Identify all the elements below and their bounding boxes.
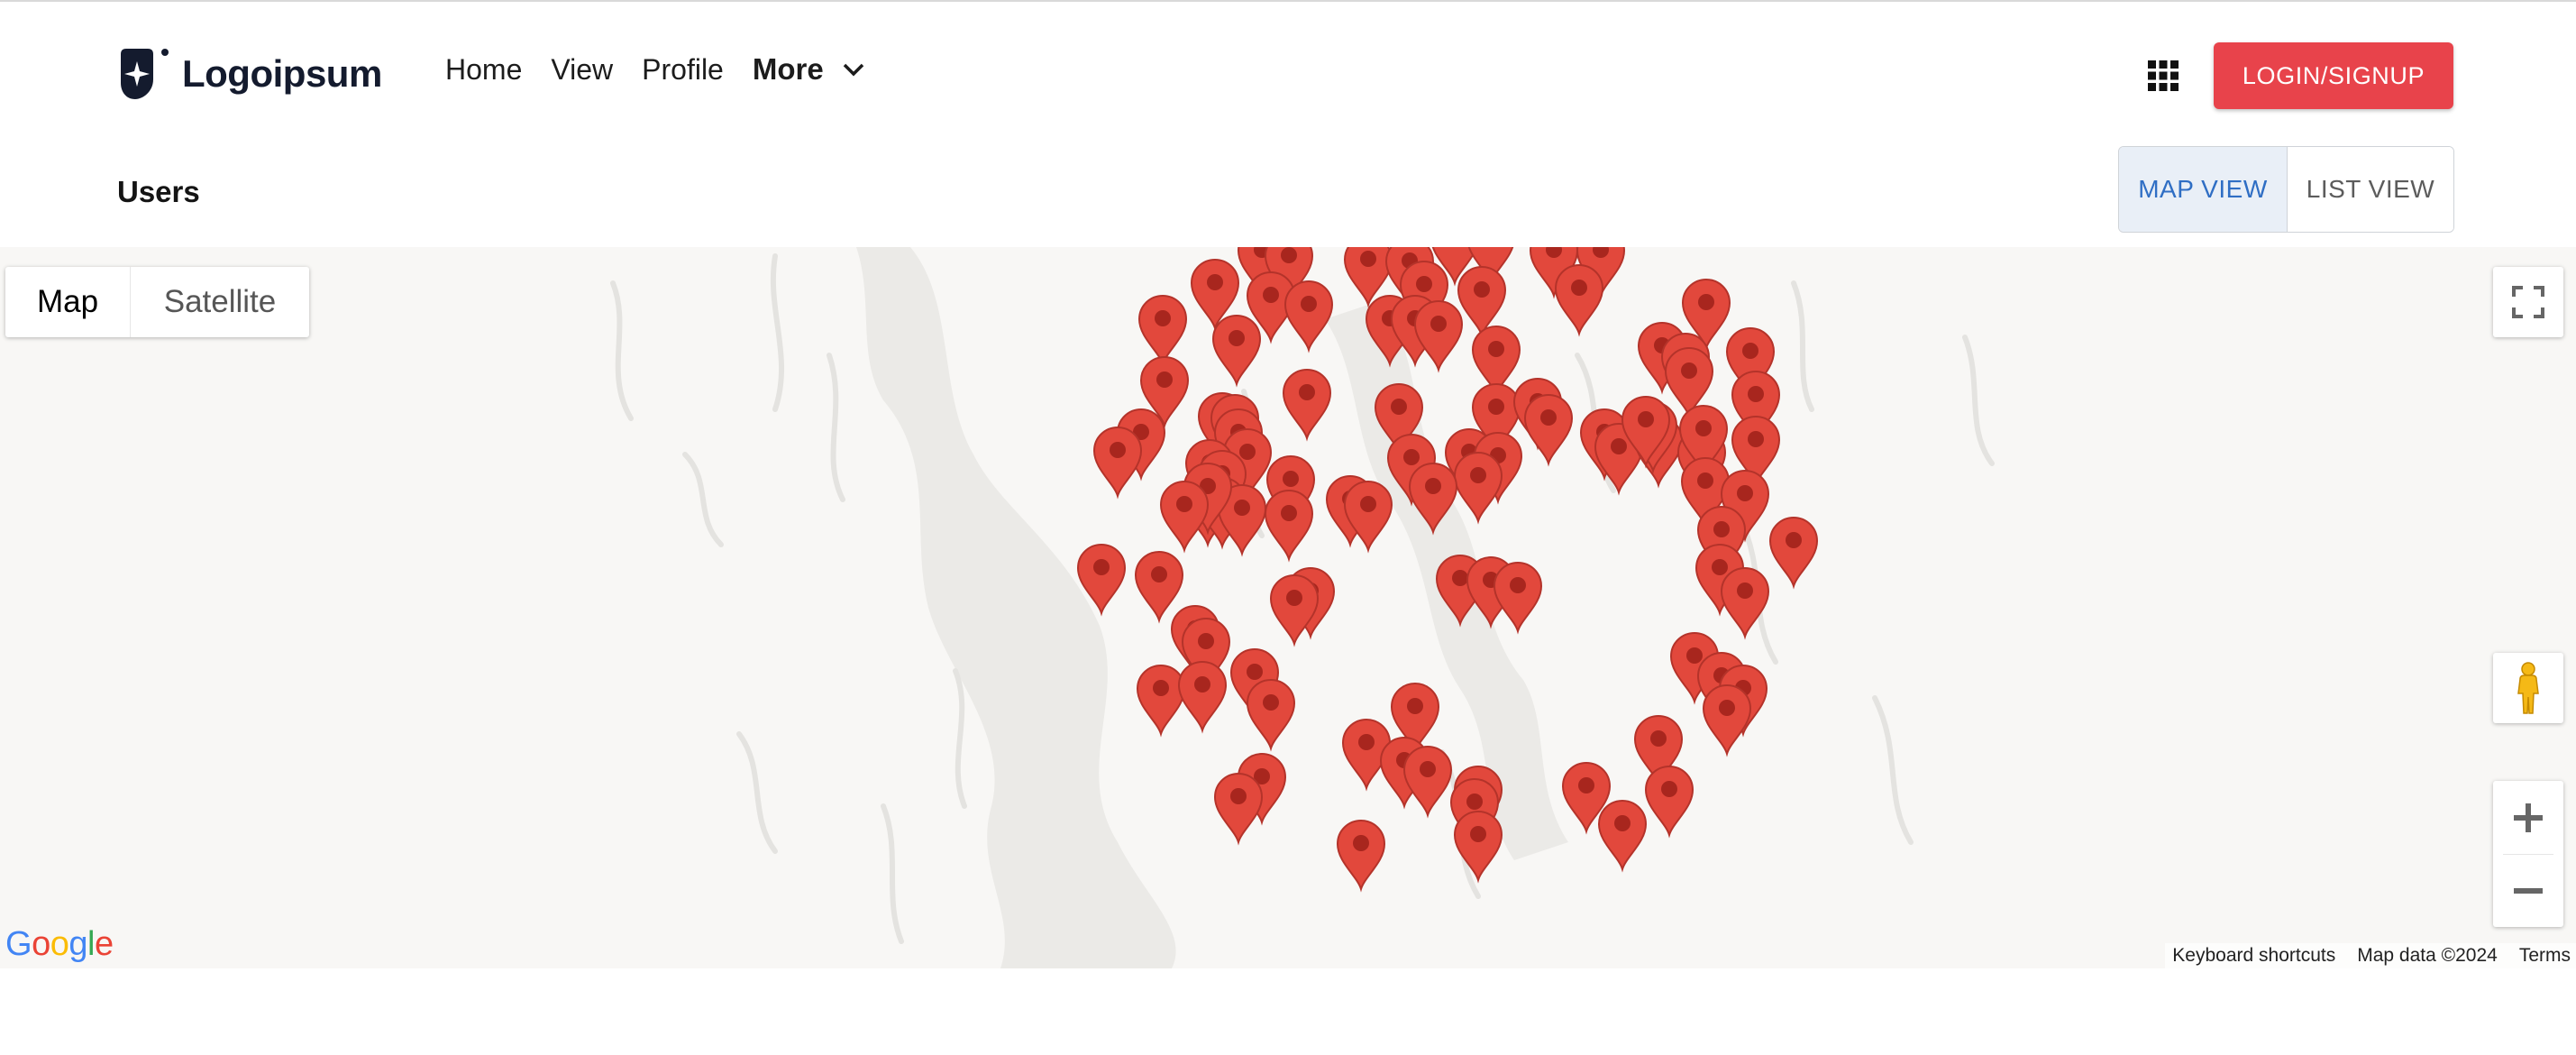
site-header: Logoipsum Home View Profile More LOGIN/S… (0, 2, 2576, 144)
map-pin-icon[interactable] (1413, 299, 1464, 373)
map-data-label: Map data ©2024 (2357, 945, 2498, 966)
fullscreen-button[interactable] (2493, 267, 2563, 337)
terms-link[interactable]: Terms (2519, 945, 2571, 967)
map-type-control: Map Satellite (5, 267, 309, 337)
map-pin-icon[interactable] (1282, 368, 1332, 442)
logo-icon (121, 49, 169, 99)
map-pin-icon[interactable] (1523, 393, 1574, 467)
marker-layer (1076, 247, 1819, 893)
fullscreen-icon (2512, 286, 2544, 318)
map-pin-icon[interactable] (1136, 664, 1186, 738)
list-view-button[interactable]: LIST VIEW (2288, 147, 2453, 232)
map-pin-icon[interactable] (1493, 561, 1543, 635)
map-pin-icon[interactable] (1408, 462, 1458, 536)
logo-text: Logoipsum (182, 52, 382, 95)
nav-more-dropdown[interactable]: More (753, 52, 865, 87)
grid-icon (2148, 60, 2179, 91)
map-canvas[interactable]: Map Satellite Google Keyboard shortcuts … (0, 247, 2576, 968)
map-view-button[interactable]: MAP VIEW (2119, 147, 2288, 232)
map-pin-icon[interactable] (1402, 745, 1453, 819)
nav-profile[interactable]: Profile (642, 53, 724, 87)
page-title: Users (117, 175, 200, 208)
map-pin-icon[interactable] (1283, 280, 1334, 353)
map-pin-icon[interactable] (1211, 314, 1262, 388)
map-pin-icon[interactable] (1720, 566, 1770, 640)
view-toggle: MAP VIEW LIST VIEW (2118, 146, 2454, 233)
login-signup-button[interactable]: LOGIN/SIGNUP (2214, 42, 2453, 109)
apps-grid-button[interactable] (2145, 58, 2181, 94)
map-pin-icon[interactable] (1597, 799, 1648, 873)
nav-view[interactable]: View (551, 53, 613, 87)
map-pin-icon[interactable] (1453, 451, 1503, 525)
map-pin-icon[interactable] (1177, 660, 1228, 734)
zoom-in-button[interactable] (2493, 782, 2563, 854)
map-pin-icon[interactable] (1702, 683, 1752, 757)
nav-more-label: More (752, 52, 824, 86)
keyboard-shortcuts-link[interactable]: Keyboard shortcuts (2172, 945, 2335, 967)
map-pin-icon[interactable] (1092, 426, 1143, 500)
map-pin-icon[interactable] (1213, 772, 1264, 846)
map-pin-icon[interactable] (1134, 550, 1184, 624)
google-logo[interactable]: Google (5, 925, 114, 964)
map-pin-icon[interactable] (1264, 489, 1314, 563)
zoom-control (2493, 781, 2563, 927)
map-pin-icon[interactable] (1246, 678, 1296, 752)
nav-home[interactable]: Home (445, 53, 522, 87)
map-pin-icon[interactable] (1453, 810, 1503, 884)
chevron-down-icon (843, 63, 863, 77)
map-pin-icon[interactable] (1137, 294, 1188, 368)
map-pin-icon[interactable] (1159, 480, 1210, 554)
map-pin-icon[interactable] (1457, 265, 1507, 339)
main-nav: Home View Profile More (445, 52, 865, 87)
zoom-in-icon (2514, 803, 2543, 832)
pegman-icon (2517, 662, 2539, 714)
map-attribution: Keyboard shortcuts Map data ©2024 Terms (2165, 943, 2576, 968)
map-pin-icon[interactable] (1644, 765, 1694, 839)
map-pin-icon[interactable] (1076, 543, 1127, 617)
zoom-out-button[interactable] (2493, 855, 2563, 927)
map-type-map-button[interactable]: Map (5, 267, 131, 337)
map-type-satellite-button[interactable]: Satellite (131, 267, 309, 337)
map-pin-icon[interactable] (1554, 263, 1604, 337)
map-pin-icon[interactable] (1336, 819, 1386, 893)
street-view-pegman[interactable] (2493, 653, 2563, 723)
logo[interactable]: Logoipsum (115, 47, 382, 101)
zoom-out-icon (2514, 887, 2543, 894)
map-pin-icon[interactable] (1768, 516, 1819, 590)
